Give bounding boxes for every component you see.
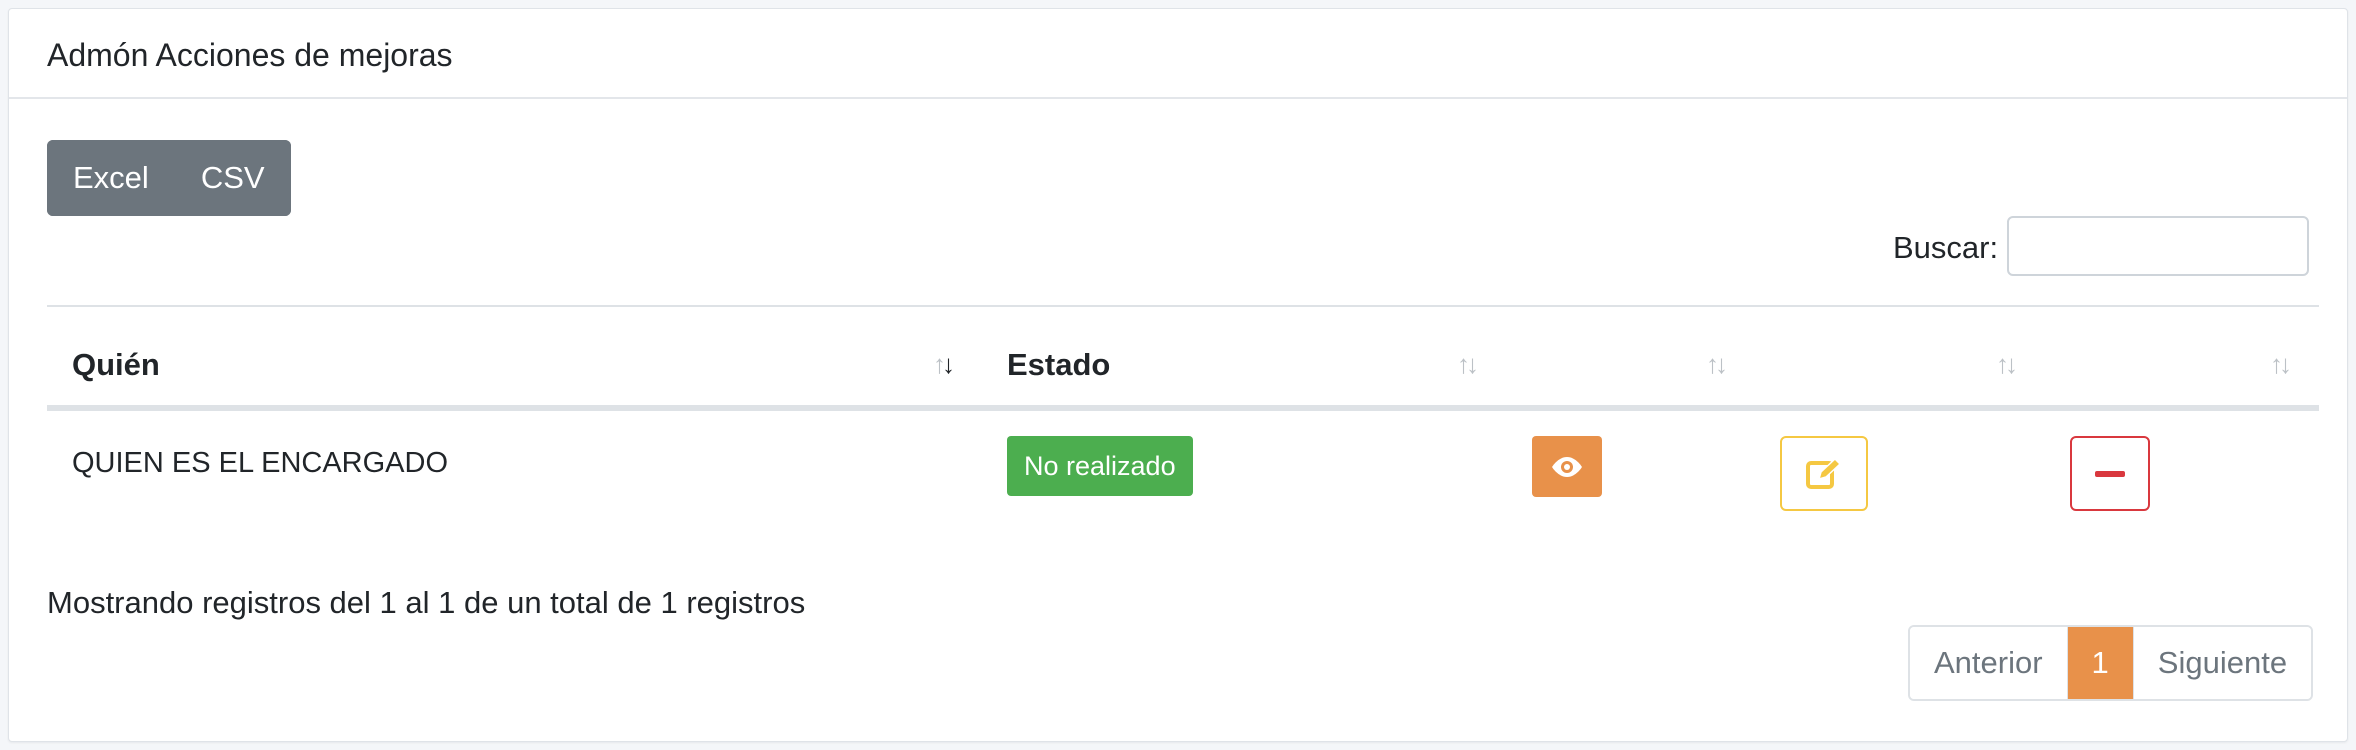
export-button-group: Excel CSV [47,140,291,216]
pagination: Anterior 1 Siguiente [1908,625,2314,701]
pagination-page-1[interactable]: 1 [2066,627,2133,699]
minus-icon [2095,470,2125,477]
edit-icon [1806,457,1842,489]
search-input[interactable] [2007,216,2309,276]
table-header-divider [47,405,2319,411]
card: Admón Acciones de mejoras Excel CSV Busc… [8,8,2348,742]
sort-icon[interactable]: ↑↓ [933,347,955,381]
sort-icon[interactable]: ↑↓ [2270,347,2292,381]
column-header-estado[interactable]: Estado [1007,345,1110,385]
table-top-divider [47,305,2319,307]
table-cell-quien: QUIEN ES EL ENCARGADO [72,447,449,479]
table-info: Mostrando registros del 1 al 1 de un tot… [47,585,806,620]
edit-button[interactable] [1780,436,1868,511]
eye-icon [1552,456,1582,477]
delete-button[interactable] [2070,436,2150,511]
sort-icon[interactable]: ↑↓ [1706,347,1728,381]
pagination-next[interactable]: Siguiente [2132,627,2312,699]
page-title: Admón Acciones de mejoras [47,37,453,73]
sort-icon[interactable]: ↑↓ [1996,347,2018,381]
status-badge: No realizado [1007,436,1193,496]
card-header: Admón Acciones de mejoras [9,9,2347,99]
excel-export-button[interactable]: Excel [47,140,175,216]
pagination-previous[interactable]: Anterior [1910,627,2067,699]
csv-export-button[interactable]: CSV [174,140,291,216]
sort-icon[interactable]: ↑↓ [1457,347,1479,381]
view-button[interactable] [1532,436,1602,497]
search-label: Buscar: [1893,230,1999,265]
column-header-quien[interactable]: Quién [72,345,160,385]
